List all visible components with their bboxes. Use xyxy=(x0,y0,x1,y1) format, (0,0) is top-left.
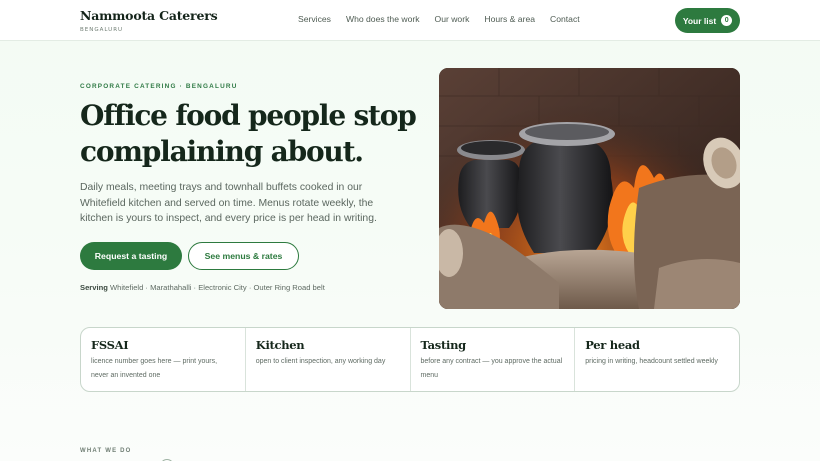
nav-link-our-work[interactable]: Our work xyxy=(435,14,470,24)
brand[interactable]: Nammoota Caterers BENGALURU xyxy=(80,8,218,33)
request-tasting-button[interactable]: Request a tasting xyxy=(80,242,182,270)
fact-title: Per head xyxy=(585,338,640,352)
fact-text: open to client inspection, any working d… xyxy=(255,358,386,365)
fact-title: Kitchen xyxy=(255,338,305,352)
your-list-label: Your list xyxy=(682,15,717,26)
nav-link-who-does-the-work[interactable]: Who does the work xyxy=(346,14,420,24)
hero-headline: Office food people stop complaining abou… xyxy=(80,99,417,168)
fact-per-head: Per head pricing in writing, headcount s… xyxy=(574,328,739,391)
cooking-pots-illustration xyxy=(439,68,740,309)
hero-lede: Daily meals, meeting trays and townhall … xyxy=(80,182,377,225)
hero-image-pots-on-fire xyxy=(439,68,740,309)
serving-areas: Serving Whitefield · Marathahalli · Elec… xyxy=(80,283,325,292)
see-menus-button[interactable]: See menus & rates xyxy=(188,242,299,270)
nav-links: Services Who does the work Our work Hour… xyxy=(298,14,595,24)
hero-eyebrow: CORPORATE CATERING · BENGALURU xyxy=(80,83,238,90)
section-label-what-we-do: WHAT WE DO xyxy=(80,448,132,454)
fact-tasting: Tasting before any contract — you approv… xyxy=(409,328,575,391)
nav-link-services[interactable]: Services xyxy=(298,14,331,24)
serving-label: Serving xyxy=(80,283,108,292)
top-nav: Nammoota Caterers BENGALURU Services Who… xyxy=(0,0,820,41)
brand-name: Nammoota Caterers xyxy=(80,8,218,23)
brand-subtitle: BENGALURU xyxy=(80,27,124,33)
your-list-button[interactable]: Your list 0 xyxy=(675,8,740,33)
fact-text: licence number goes here — print yours, … xyxy=(91,358,218,379)
fact-title: Tasting xyxy=(420,338,467,352)
list-count-badge: 0 xyxy=(721,15,733,26)
nav-link-hours-area[interactable]: Hours & area xyxy=(484,14,535,24)
serving-areas-list: Whitefield · Marathahalli · Electronic C… xyxy=(109,283,325,292)
fact-text: pricing in writing, headcount settled we… xyxy=(585,358,718,365)
trust-facts-bar: FSSAI licence number goes here — print y… xyxy=(80,327,740,392)
fact-kitchen: Kitchen open to client inspection, any w… xyxy=(244,328,410,391)
nav-link-contact[interactable]: Contact xyxy=(550,14,580,24)
fact-title: FSSAI xyxy=(91,338,129,352)
fact-text: before any contract — you approve the ac… xyxy=(420,358,563,379)
fact-fssai: FSSAI licence number goes here — print y… xyxy=(81,328,245,391)
